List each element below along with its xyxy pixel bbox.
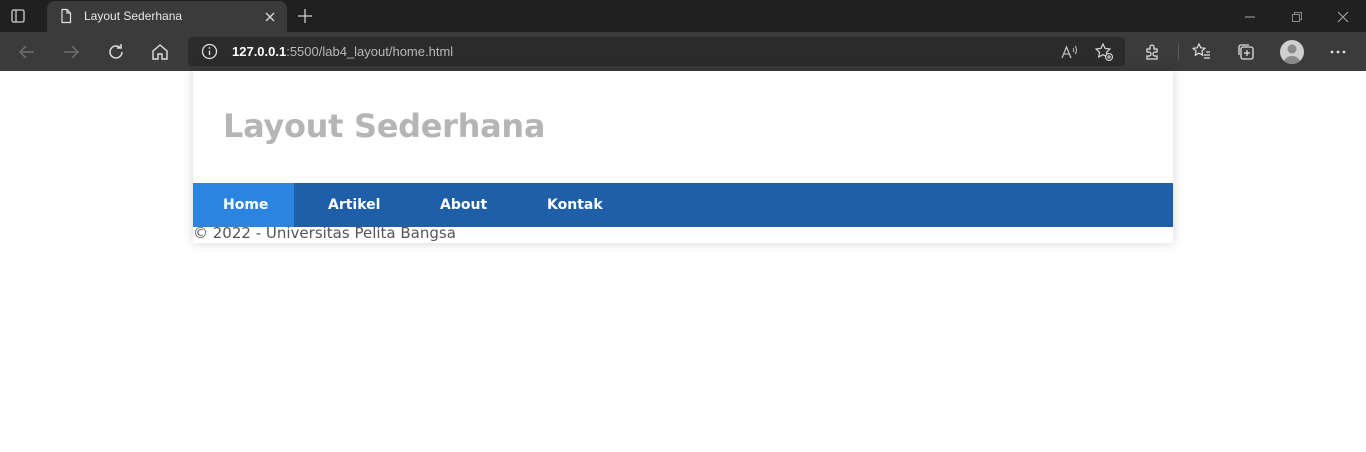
- page-icon: [58, 8, 74, 24]
- url-path: :5500/lab4_layout/home.html: [286, 44, 454, 59]
- toolbar-divider: [1178, 43, 1179, 60]
- tab-actions-icon[interactable]: [10, 8, 26, 24]
- read-aloud-icon[interactable]: [1059, 42, 1079, 62]
- new-tab-icon[interactable]: [296, 7, 314, 25]
- home-icon[interactable]: [149, 41, 171, 63]
- site-footer: © 2022 - Universitas Pelita Bangsa: [193, 224, 1173, 243]
- profile-avatar[interactable]: [1280, 40, 1304, 64]
- back-icon[interactable]: [16, 41, 38, 63]
- extensions-icon[interactable]: [1142, 41, 1164, 63]
- close-window-icon[interactable]: [1336, 9, 1350, 23]
- nav-item-home[interactable]: Home: [193, 183, 294, 227]
- browser-tab[interactable]: Layout Sederhana: [47, 1, 287, 32]
- browser-tab-bar: Layout Sederhana: [0, 0, 1366, 32]
- web-page: Layout Sederhana Home Artikel About Kont…: [0, 71, 1366, 452]
- minimize-icon[interactable]: [1243, 9, 1257, 23]
- restore-icon[interactable]: [1290, 9, 1304, 23]
- favorites-icon[interactable]: [1191, 41, 1213, 63]
- footer-copyright: © 2022 - Universitas Pelita Bangsa: [193, 224, 456, 242]
- browser-toolbar: 127.0.0.1:5500/lab4_layout/home.html: [0, 32, 1366, 71]
- nav-item-about[interactable]: About: [406, 183, 513, 227]
- close-tab-icon[interactable]: [263, 9, 277, 23]
- site-title: Layout Sederhana: [223, 107, 546, 145]
- info-icon[interactable]: [201, 43, 218, 60]
- url-host: 127.0.0.1: [232, 44, 287, 59]
- collections-icon[interactable]: [1235, 41, 1257, 63]
- page-container: Layout Sederhana Home Artikel About Kont…: [193, 71, 1173, 243]
- site-header: Layout Sederhana: [193, 71, 1173, 183]
- main-nav: Home Artikel About Kontak: [193, 183, 1173, 227]
- url-text[interactable]: 127.0.0.1:5500/lab4_layout/home.html: [232, 44, 453, 59]
- nav-item-kontak[interactable]: Kontak: [513, 183, 623, 227]
- add-favorite-icon[interactable]: [1094, 42, 1114, 62]
- address-bar[interactable]: 127.0.0.1:5500/lab4_layout/home.html: [188, 37, 1125, 66]
- forward-icon[interactable]: [60, 41, 82, 63]
- more-icon[interactable]: [1327, 41, 1349, 63]
- refresh-icon[interactable]: [105, 41, 127, 63]
- nav-item-artikel[interactable]: Artikel: [294, 183, 406, 227]
- tab-title: Layout Sederhana: [84, 9, 183, 23]
